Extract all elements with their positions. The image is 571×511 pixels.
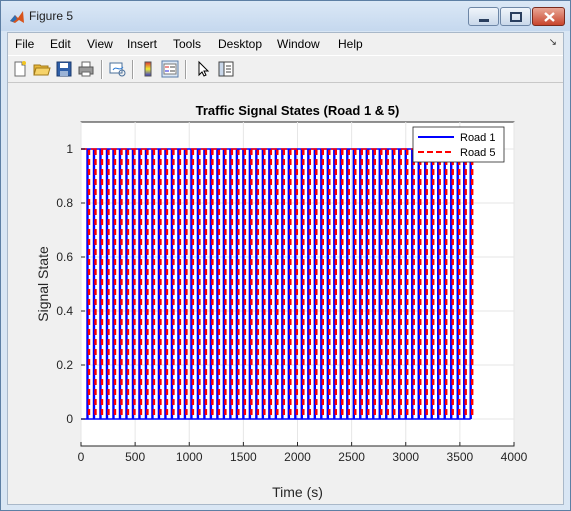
menu-desktop[interactable]: Desktop <box>218 37 262 51</box>
minimize-button[interactable] <box>468 7 499 26</box>
menu-file[interactable]: File <box>15 37 34 51</box>
x-tick-label: 0 <box>78 450 85 464</box>
toolbar-separator <box>132 60 134 79</box>
legend-icon[interactable] <box>161 60 179 78</box>
legend-road1-label: Road 1 <box>460 132 495 144</box>
y-tick-label: 0.6 <box>56 250 73 264</box>
figure-window: Figure 5 File Edit View Insert Tools Des… <box>0 0 571 511</box>
x-axis-label: Time (s) <box>272 484 323 500</box>
x-tick-label: 2500 <box>338 450 365 464</box>
toolbar <box>8 55 563 83</box>
close-icon <box>544 12 555 22</box>
x-tick-label: 1000 <box>176 450 203 464</box>
legend[interactable]: Road 1 Road 5 <box>412 126 505 163</box>
x-tick-label: 3000 <box>392 450 419 464</box>
y-tick-label: 1 <box>66 142 73 156</box>
close-button[interactable] <box>532 7 565 26</box>
minimize-icon <box>479 19 489 22</box>
menu-window[interactable]: Window <box>277 37 320 51</box>
property-inspector-icon[interactable] <box>217 60 235 78</box>
y-tick-label: 0.2 <box>56 358 73 372</box>
save-icon[interactable] <box>55 60 73 78</box>
x-tick-label: 4000 <box>501 450 528 464</box>
legend-road5-label: Road 5 <box>460 147 495 159</box>
figure-client-area: File Edit View Insert Tools Desktop Wind… <box>7 32 564 505</box>
toolbar-separator <box>101 60 103 79</box>
x-tick-label: 2000 <box>284 450 311 464</box>
maximize-button[interactable] <box>500 7 531 26</box>
signal-state-chart[interactable]: 0 500 1000 1500 2000 2500 3000 3500 4000 0 0.2 0.4 0… <box>8 83 563 504</box>
menu-insert[interactable]: Insert <box>127 37 157 51</box>
title-bar[interactable]: Figure 5 <box>1 1 570 31</box>
open-file-icon[interactable] <box>33 60 51 78</box>
menu-edit[interactable]: Edit <box>50 37 71 51</box>
y-tick-label: 0 <box>66 412 73 426</box>
y-tick-label: 0.8 <box>56 196 73 210</box>
menu-view[interactable]: View <box>87 37 113 51</box>
menu-bar: File Edit View Insert Tools Desktop Wind… <box>8 33 563 55</box>
dock-arrow-icon[interactable]: ↘ <box>549 37 557 48</box>
print-icon[interactable] <box>77 60 95 78</box>
maximize-icon <box>510 12 522 22</box>
matlab-logo-icon <box>10 11 24 23</box>
colorbar-icon[interactable] <box>139 60 157 78</box>
menu-help[interactable]: Help <box>338 37 363 51</box>
chart-title: Traffic Signal States (Road 1 & 5) <box>196 103 400 118</box>
window-title: Figure 5 <box>29 9 74 23</box>
y-tick-label: 0.4 <box>56 304 73 318</box>
figure-canvas[interactable]: 0 500 1000 1500 2000 2500 3000 3500 4000 0 0.2 0.4 0… <box>8 83 563 504</box>
x-tick-label: 3500 <box>447 450 474 464</box>
menu-tools[interactable]: Tools <box>173 37 201 51</box>
y-axis-label: Signal State <box>35 246 51 322</box>
toolbar-separator <box>185 60 187 79</box>
x-tick-label: 1500 <box>230 450 257 464</box>
pointer-icon[interactable] <box>195 60 213 78</box>
x-tick-label: 500 <box>125 450 145 464</box>
link-plot-icon[interactable] <box>108 60 126 78</box>
new-figure-icon[interactable] <box>11 60 29 78</box>
